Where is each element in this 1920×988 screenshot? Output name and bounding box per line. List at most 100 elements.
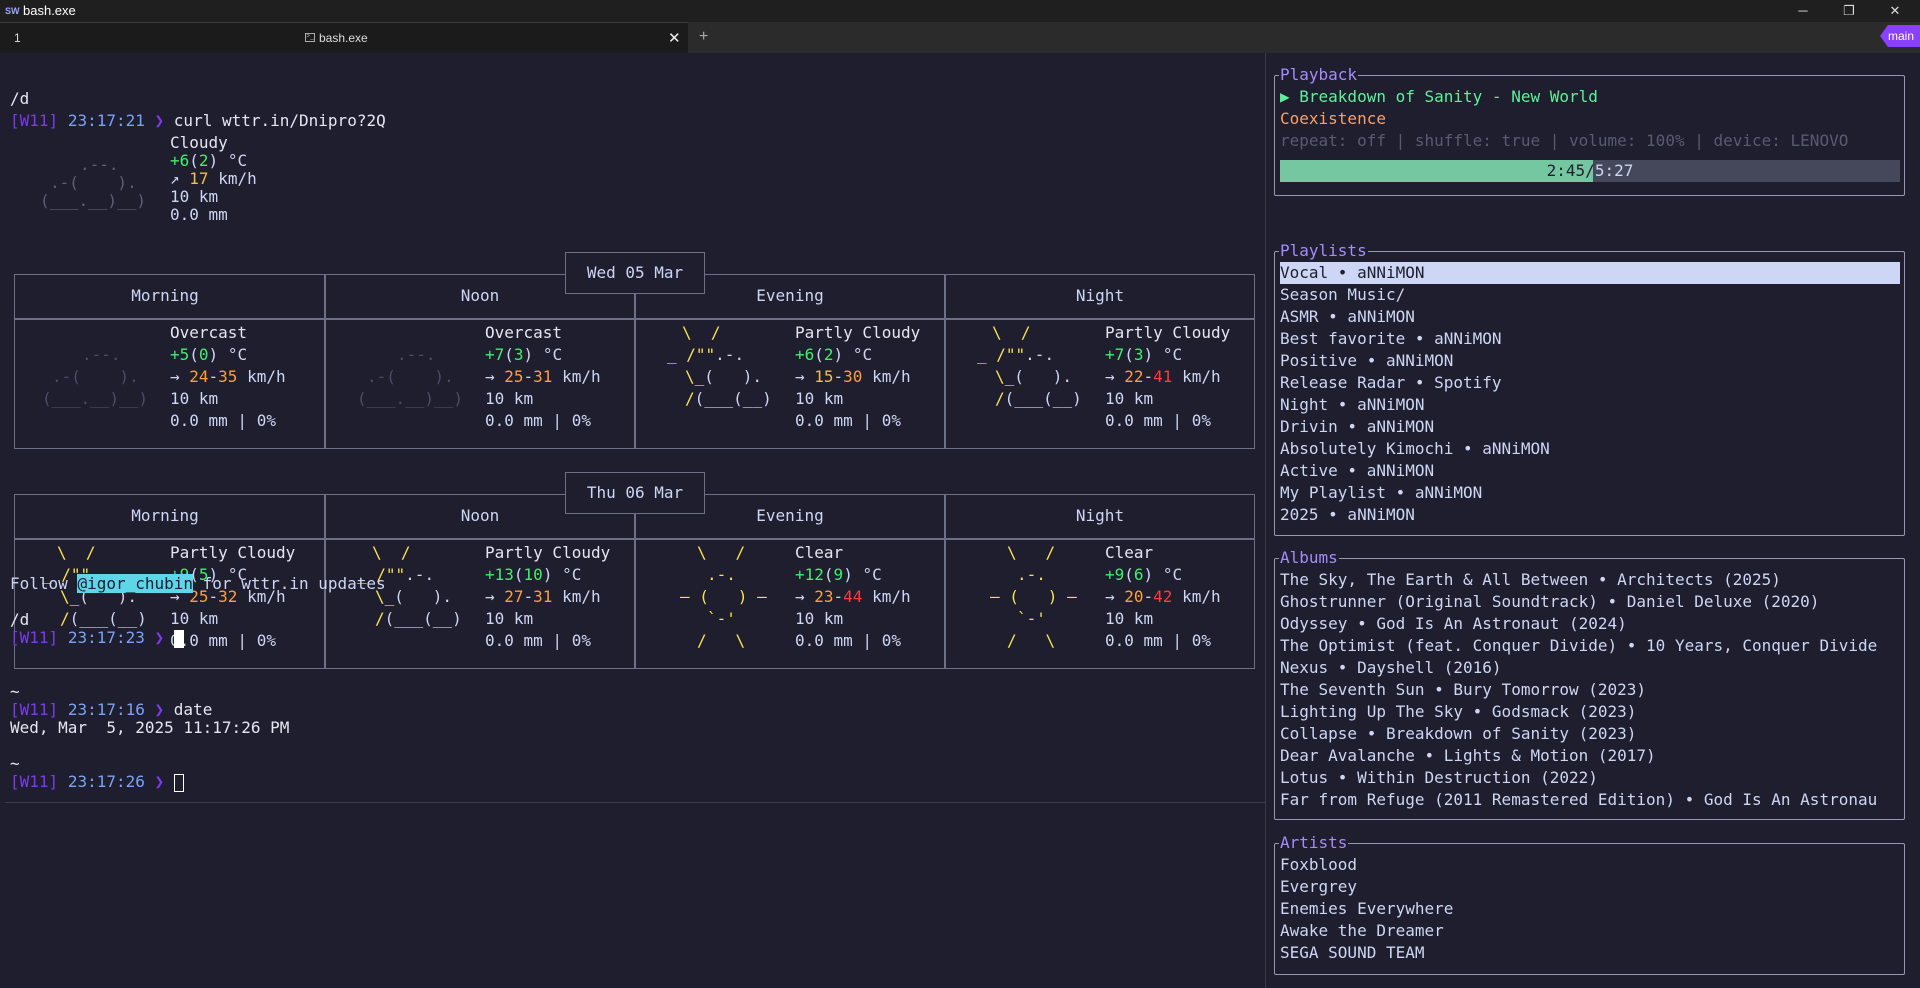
condition-text: Clear (795, 543, 844, 562)
playlists-panel: Playlists Vocal • aNNiMON Season Music/AS… (1274, 240, 1905, 536)
album-item[interactable]: The Optimist (feat. Conquer Divide) • 10… (1280, 635, 1900, 657)
album-item[interactable]: Odyssey • God Is An Astronaut (2024) (1280, 613, 1900, 635)
minimize-icon[interactable]: ─ (1780, 0, 1826, 22)
visibility-text: 10 km (795, 389, 844, 408)
progress-time: 2:45/5:27 (1546, 161, 1634, 180)
playlist-item[interactable]: My Playlist • aNNiMON (1280, 482, 1900, 504)
period-header: Evening (756, 286, 824, 305)
playlist-item[interactable]: Drivin • aNNiMON (1280, 416, 1900, 438)
period-header: Morning (131, 286, 199, 305)
window-title: bash.exe (23, 3, 76, 18)
artist-item[interactable]: Foxblood (1280, 854, 1900, 876)
tab-label: bash.exe (319, 31, 368, 45)
period-header: Noon (460, 286, 500, 305)
weather-ascii-art: ― ( ) ― (680, 587, 767, 606)
artists-panel: Artists Foxblood Evergrey Enemies Everywhe… (1274, 832, 1905, 975)
close-tab-icon[interactable]: ✕ (668, 29, 681, 47)
tab-bar: 1 >_ bash.exe ✕ + main (0, 22, 1920, 53)
progress-bar[interactable]: 2:45/5:27 (1280, 160, 1900, 182)
album-item[interactable]: The Seventh Sun • Bury Tomorrow (2023) (1280, 679, 1900, 701)
precipitation-text: 0.0 mm | 0% (170, 631, 276, 650)
wind-text: → 23-44 km/h (795, 587, 911, 606)
maximize-icon[interactable]: ❐ (1826, 0, 1872, 22)
album-item[interactable]: The Sky, The Earth & All Between • Archi… (1280, 569, 1900, 591)
visibility-text: 10 km (1105, 389, 1154, 408)
artist-item[interactable]: Evergrey (1280, 876, 1900, 898)
new-tab-button[interactable]: + (699, 28, 708, 46)
condition-text: Overcast (485, 323, 563, 342)
now-playing-track: ▶ Breakdown of Sanity - New World (1280, 87, 1598, 106)
prompt-line-4[interactable]: [W11] 23:17:26 ❯ (10, 771, 184, 793)
playlist-item[interactable]: Absolutely Kimochi • aNNiMON (1280, 438, 1900, 460)
weather-ascii-art: _ /"".-. (667, 345, 745, 364)
temperature-text: +9(6) °C (1105, 565, 1183, 584)
temperature-text: +5(0) °C (170, 345, 248, 364)
prompt-line-2[interactable]: [W11] 23:17:23 ❯ (10, 627, 184, 649)
cursor (173, 773, 184, 792)
weather-ascii-art: (___.__)__) (357, 389, 463, 408)
playlist-item[interactable]: Best favorite • aNNiMON (1280, 328, 1900, 350)
tab-bash[interactable]: 1 >_ bash.exe ✕ (0, 22, 688, 53)
album-item[interactable]: Far from Refuge (2011 Remastered Edition… (1280, 789, 1900, 811)
album-item[interactable]: Dear Avalanche • Lights & Motion (2017) (1280, 745, 1900, 767)
playback-panel: Playback ▶ Breakdown of Sanity - New Wor… (1274, 64, 1905, 196)
weather-ascii-art: .--. (82, 345, 121, 364)
precipitation-text: 0.0 mm | 0% (1105, 411, 1211, 430)
period-header: Night (1075, 286, 1125, 305)
branch-badge: main (1880, 25, 1920, 47)
album-item[interactable]: Collapse • Breakdown of Sanity (2023) (1280, 723, 1900, 745)
weather-ascii-art: \_( ). (995, 367, 1073, 386)
album-item[interactable]: Nexus • Dayshell (2016) (1280, 657, 1900, 679)
weather-ascii-art: /(___(__) (995, 389, 1082, 408)
wind-text: → 15-30 km/h (795, 367, 911, 386)
visibility-text: 10 km (795, 609, 844, 628)
playlist-item[interactable]: Season Music/ (1280, 284, 1900, 306)
terminal-icon: >_ (305, 33, 315, 42)
weather-ascii-art: .-. (707, 565, 736, 584)
weather-ascii-art: .--. (397, 345, 436, 364)
playlist-item[interactable]: 2025 • aNNiMON (1280, 504, 1900, 526)
visibility-text: 10 km (170, 389, 219, 408)
pane-divider[interactable] (1265, 53, 1266, 988)
condition-text: Overcast (170, 323, 248, 342)
weather-ascii-art: \ / (682, 323, 721, 342)
playlist-item[interactable]: Vocal • aNNiMON (1280, 262, 1900, 284)
album-item[interactable]: Ghostrunner (Original Soundtrack) • Dani… (1280, 591, 1900, 613)
playlist-item[interactable]: Release Radar • Spotify (1280, 372, 1900, 394)
panel-title: Artists (1279, 832, 1349, 854)
precipitation-text: 0.0 mm | 0% (795, 631, 901, 650)
weather-ascii-art: `-' (707, 609, 736, 628)
cursor (173, 629, 184, 648)
precipitation-text: 0.0 mm | 0% (485, 411, 591, 430)
artist-item[interactable]: Awake the Dreamer (1280, 920, 1900, 942)
period-header: Night (1075, 506, 1125, 525)
wind-text: → 25-31 km/h (485, 367, 601, 386)
album-item[interactable]: Lighting Up The Sky • Godsmack (2023) (1280, 701, 1900, 723)
album-item[interactable]: Lotus • Within Destruction (2022) (1280, 767, 1900, 789)
weather-ascii-art: .-( ). (367, 367, 454, 386)
temperature-text: +6(2) °C (795, 345, 873, 364)
precipitation-text: 0.0 mm | 0% (795, 411, 901, 430)
weather-ascii-art: .-( ). (52, 367, 139, 386)
artist-item[interactable]: Enemies Everywhere (1280, 898, 1900, 920)
condition-text: Partly Cloudy (795, 323, 921, 342)
weather-ascii-art: `-' (1017, 609, 1046, 628)
artist-item[interactable]: SEGA SOUND TEAM (1280, 942, 1900, 964)
panel-title: Albums (1279, 547, 1339, 569)
condition-text: Partly Cloudy (170, 543, 296, 562)
playlist-item[interactable]: ASMR • aNNiMON (1280, 306, 1900, 328)
period-header: Evening (756, 506, 824, 525)
twitter-handle: @igor_chubin (77, 574, 194, 593)
precipitation-text: 0.0 mm | 0% (485, 631, 591, 650)
weather-ascii-art: (___.__)__) (42, 389, 148, 408)
condition-text: Partly Cloudy (485, 543, 611, 562)
playlist-item[interactable]: Active • aNNiMON (1280, 460, 1900, 482)
title-bar: SW bash.exe ─ ❐ ✕ (0, 0, 1920, 22)
close-window-icon[interactable]: ✕ (1872, 0, 1918, 22)
playlist-item[interactable]: Night • aNNiMON (1280, 394, 1900, 416)
playlist-item[interactable]: Positive • aNNiMON (1280, 350, 1900, 372)
precipitation-text: 0.0 mm | 0% (170, 411, 276, 430)
weather-ascii-art: _ /"".-. (977, 345, 1055, 364)
terminal-pane[interactable]: /d [W11] 23:17:21 ❯ curl wttr.in/Dnipro?… (0, 53, 1265, 988)
panel-title: Playback (1279, 64, 1359, 86)
